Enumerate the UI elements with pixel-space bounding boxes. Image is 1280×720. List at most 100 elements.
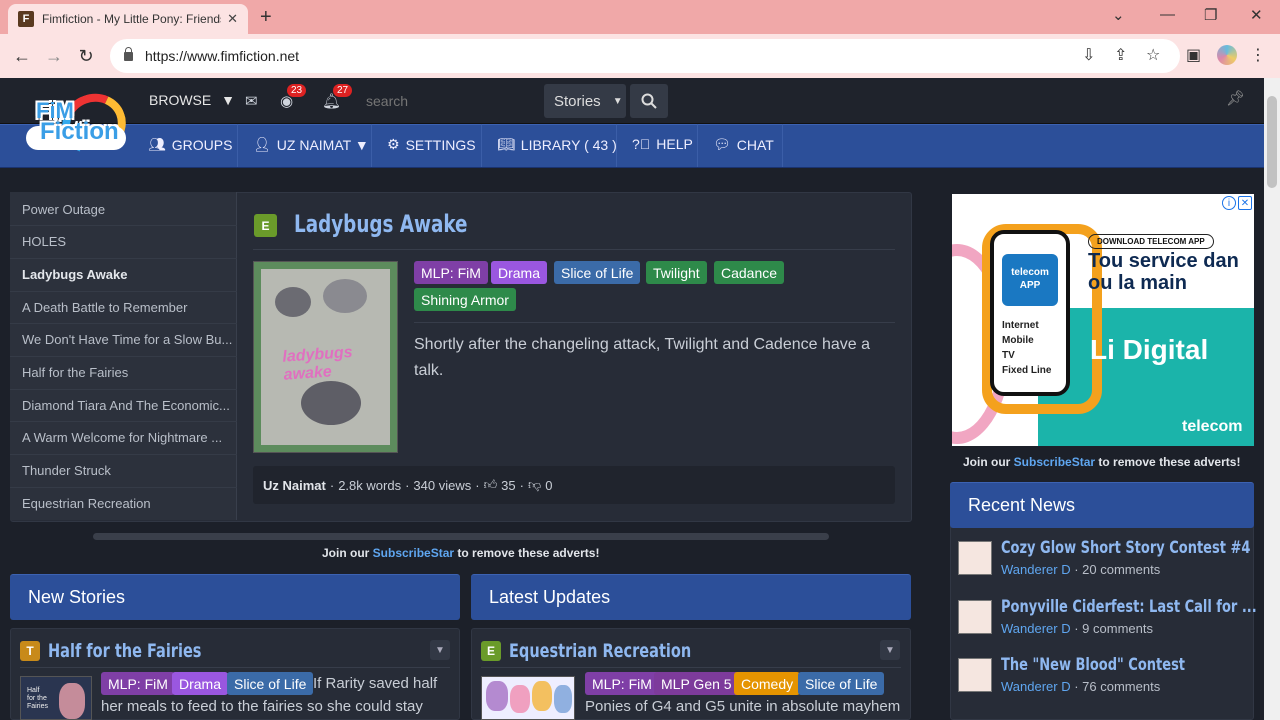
tab-search-chevron-icon[interactable]: ⌄ xyxy=(1112,6,1125,24)
ad-info-icon[interactable]: i xyxy=(1222,196,1236,210)
nav-settings[interactable]: ⚙ SETTINGS xyxy=(387,136,476,153)
tag-drama[interactable]: Drama xyxy=(491,261,548,284)
pin-icon[interactable]: 📌︎ xyxy=(1226,89,1245,107)
news-comments[interactable]: · 20 comments xyxy=(1074,562,1160,577)
share-icon[interactable]: ⇪ xyxy=(1114,45,1127,65)
search-type-select[interactable]: Stories ▼ xyxy=(544,84,626,118)
tag-slice-of-life[interactable]: Slice of Life xyxy=(554,261,641,284)
news-avatar[interactable] xyxy=(958,658,992,692)
bookmark-star-icon[interactable]: ☆ xyxy=(1146,45,1160,65)
thumb-figure xyxy=(59,683,85,719)
featured-story-title[interactable]: Ladybugs Awake xyxy=(294,210,467,238)
word-count: 2.8k words xyxy=(338,477,402,493)
news-avatar[interactable] xyxy=(958,541,992,575)
story-thumbnail[interactable]: Half for the Fairies xyxy=(20,676,92,720)
featured-list-item[interactable]: Power Outage xyxy=(22,202,234,217)
support-pre: Join our xyxy=(322,546,373,560)
news-author-link[interactable]: Wanderer D xyxy=(1001,621,1071,636)
close-tab-icon[interactable]: ✕ xyxy=(227,11,238,27)
tag-mlp-fim[interactable]: MLP: FiM xyxy=(585,672,659,695)
tag-slice-of-life[interactable]: Slice of Life xyxy=(798,672,885,695)
news-title[interactable]: The "New Blood" Contest xyxy=(1001,655,1185,675)
nav-help[interactable]: ?⃝ HELP xyxy=(632,136,693,152)
story-cover-image[interactable]: ladybugs awake xyxy=(253,261,398,453)
browse-label: BROWSE xyxy=(149,92,212,108)
card-divider xyxy=(20,667,450,668)
featured-scrollbar[interactable] xyxy=(93,533,829,540)
fimfiction-logo[interactable]: FiM Fiction xyxy=(22,84,135,164)
tag-twilight[interactable]: Twilight xyxy=(646,261,707,284)
reload-icon[interactable]: ↻ xyxy=(70,46,102,67)
window-close-icon[interactable]: ✕ xyxy=(1250,6,1263,24)
featured-list-item-active[interactable]: Ladybugs Awake xyxy=(22,267,234,282)
nav-groups[interactable]: 👥︎ GROUPS xyxy=(148,136,232,153)
featured-list-item[interactable]: We Don't Have Time for a Slow Bu... xyxy=(22,332,234,347)
featured-list-item[interactable]: Thunder Struck xyxy=(22,463,234,478)
author-link[interactable]: Uz Naimat xyxy=(263,478,326,493)
thumbs-down-icon: 👎︎ xyxy=(527,477,542,492)
news-title[interactable]: Cozy Glow Short Story Contest #4 xyxy=(1001,538,1250,558)
featured-list-item[interactable]: Diamond Tiara And The Economic... xyxy=(22,398,234,413)
chevron-down-icon[interactable]: ▼ xyxy=(880,640,900,660)
browser-menu-icon[interactable]: ⋮ xyxy=(1250,45,1266,65)
nav-divider xyxy=(371,124,372,167)
ad-menu-item: Fixed Line xyxy=(1002,365,1052,376)
tag-comedy[interactable]: Comedy xyxy=(734,672,801,695)
book-icon: 📖︎ xyxy=(497,136,515,152)
update-card-title[interactable]: Equestrian Recreation xyxy=(509,640,691,662)
new-tab-icon[interactable]: + xyxy=(260,6,272,29)
side-panel-icon[interactable]: ▣ xyxy=(1186,45,1201,65)
ad-app-icon: telecom APP xyxy=(1002,254,1058,306)
tag-cadance[interactable]: Cadance xyxy=(714,261,785,284)
ad-menu-item: Mobile xyxy=(1002,335,1034,346)
news-avatar[interactable] xyxy=(958,600,992,634)
forward-icon[interactable]: → xyxy=(38,46,70,67)
minimize-icon[interactable]: — xyxy=(1160,6,1175,23)
news-author-link[interactable]: Wanderer D xyxy=(1001,562,1071,577)
nav-help-label: HELP xyxy=(656,136,693,152)
featured-list-item[interactable]: HOLES xyxy=(22,234,234,249)
cover-pony-2 xyxy=(323,279,367,313)
tag-mlp-fim[interactable]: MLP: FiM xyxy=(101,672,175,695)
scrollbar-thumb[interactable] xyxy=(1267,96,1277,188)
list-divider xyxy=(10,225,237,226)
profile-avatar[interactable] xyxy=(1217,45,1237,65)
featured-list-item[interactable]: Half for the Fairies xyxy=(22,365,234,380)
story-card-title[interactable]: Half for the Fairies xyxy=(48,640,201,662)
subscribestar-link[interactable]: SubscribeStar xyxy=(373,546,454,560)
browse-menu[interactable]: BROWSE ▼ xyxy=(149,92,235,108)
install-icon[interactable]: ⇩ xyxy=(1082,45,1095,65)
advertisement[interactable]: telecom APP Internet Mobile TV Fixed Lin… xyxy=(952,194,1254,446)
search-button[interactable] xyxy=(630,84,668,118)
ad-close-icon[interactable]: ✕ xyxy=(1238,196,1252,210)
news-comments[interactable]: · 76 comments xyxy=(1074,679,1160,694)
featured-list-item[interactable]: A Death Battle to Remember xyxy=(22,300,234,315)
back-icon[interactable]: ← xyxy=(6,46,38,67)
nav-user[interactable]: 👤︎ UZ NAIMAT ▼ xyxy=(253,136,369,153)
news-title[interactable]: Ponyville Ciderfest: Last Call for ... xyxy=(1001,597,1257,617)
tag-mlp-fim[interactable]: MLP: FiM xyxy=(414,261,488,284)
news-comments[interactable]: · 9 comments xyxy=(1074,621,1153,636)
tag-shining-armor[interactable]: Shining Armor xyxy=(414,288,516,311)
ad-brand: telecom xyxy=(1182,418,1243,435)
restore-icon[interactable]: ❐ xyxy=(1204,6,1217,24)
nav-chat[interactable]: 💬︎ CHAT xyxy=(713,136,774,153)
ad-menu-item: Internet xyxy=(1002,320,1039,331)
featured-list-item[interactable]: Equestrian Recreation xyxy=(22,496,234,511)
url-field[interactable]: https://www.fimfiction.net xyxy=(110,39,1180,73)
chevron-down-icon[interactable]: ▼ xyxy=(430,640,450,660)
support-pre: Join our xyxy=(963,455,1014,469)
tag-drama[interactable]: Drama xyxy=(172,672,229,695)
browser-tab[interactable]: F Fimfiction - My Little Pony: Friendshi… xyxy=(8,4,248,34)
update-thumbnail[interactable] xyxy=(481,676,575,720)
site-search-input[interactable] xyxy=(356,86,542,116)
nav-library[interactable]: 📖︎ LIBRARY ( 43 ) xyxy=(497,136,617,153)
meta-dot: · xyxy=(519,477,524,493)
subscribestar-link[interactable]: SubscribeStar xyxy=(1014,455,1095,469)
featured-list-item[interactable]: A Warm Welcome for Nightmare ... xyxy=(22,430,234,445)
tag-mlp-gen5[interactable]: MLP Gen 5 xyxy=(654,672,739,695)
cover-pony-1 xyxy=(275,287,311,317)
news-author-link[interactable]: Wanderer D xyxy=(1001,679,1071,694)
tag-slice-of-life[interactable]: Slice of Life xyxy=(227,672,314,695)
mail-icon[interactable]: ✉ xyxy=(245,92,258,110)
